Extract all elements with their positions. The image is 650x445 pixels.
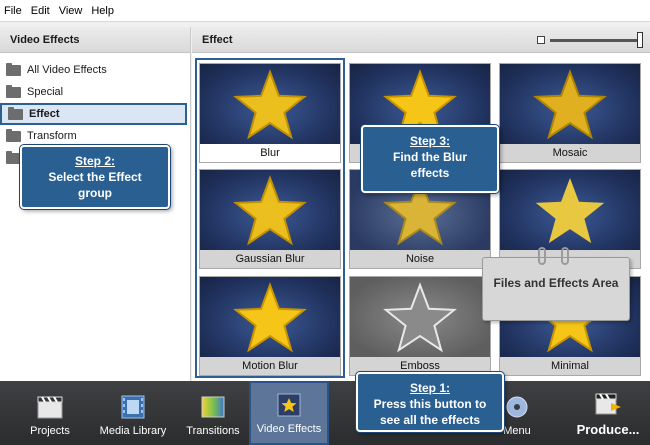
- projects-button[interactable]: Projects: [20, 381, 80, 445]
- tree-item-label: Transform: [27, 130, 77, 142]
- star-icon: [535, 178, 605, 244]
- toolbar-label: Produce...: [576, 422, 640, 437]
- menu-file[interactable]: File: [4, 5, 22, 17]
- produce-button[interactable]: Produce...: [570, 381, 646, 445]
- clapperboard-icon: [36, 394, 64, 420]
- note-text: Files and Effects Area: [493, 276, 619, 290]
- tree-item-transform[interactable]: Transform: [0, 125, 190, 147]
- effect-label: Motion Blur: [200, 357, 340, 375]
- effect-label: Mosaic: [500, 144, 640, 162]
- tree-item-effect[interactable]: Effect: [0, 103, 187, 125]
- zoom-small-icon: [537, 36, 545, 44]
- effect-tile[interactable]: Blur: [199, 63, 341, 163]
- disc-icon: [503, 394, 531, 420]
- produce-icon: [594, 391, 622, 417]
- menu-bar: File Edit View Help: [0, 0, 650, 22]
- zoom-slider-track[interactable]: [550, 39, 640, 42]
- folder-icon: [6, 84, 21, 98]
- step3-callout: Step 3: Find the Blur effects: [361, 125, 499, 193]
- effect-tile[interactable]: [499, 169, 641, 269]
- step1-text: Press this button to see all the effects: [373, 397, 487, 427]
- menu-help[interactable]: Help: [91, 5, 114, 17]
- folder-icon: [6, 150, 21, 164]
- effect-label: Noise: [350, 250, 490, 268]
- tree-item-label: All Video Effects: [27, 64, 107, 76]
- star-effect-icon: [275, 392, 303, 418]
- effect-label: Minimal: [500, 357, 640, 375]
- tree-item-label: Effect: [29, 108, 60, 120]
- transitions-button[interactable]: Transitions: [180, 381, 246, 445]
- files-and-effects-area-note: Files and Effects Area: [482, 257, 630, 321]
- effects-header: Effect: [192, 27, 650, 53]
- tree-item-all-video-effects[interactable]: All Video Effects: [0, 59, 190, 81]
- effect-tile[interactable]: Emboss: [349, 276, 491, 376]
- menu-edit[interactable]: Edit: [31, 5, 50, 17]
- toolbar-label: Transitions: [186, 425, 240, 437]
- step3-text: Find the Blur effects: [393, 150, 467, 180]
- step1-title: Step 1:: [409, 381, 450, 395]
- star-icon: [383, 282, 457, 353]
- star-icon: [533, 69, 607, 140]
- effects-title: Effect: [202, 33, 233, 46]
- folder-icon: [6, 62, 21, 76]
- star-icon: [233, 282, 307, 353]
- star-icon: [233, 175, 307, 246]
- toolbar-label: Menu: [503, 425, 531, 437]
- star-icon: [233, 69, 307, 140]
- tree-item-label: Special: [27, 86, 64, 98]
- effect-label: Gaussian Blur: [200, 250, 340, 268]
- effect-tile[interactable]: Mosaic: [499, 63, 641, 163]
- transition-icon: [199, 394, 227, 420]
- step2-callout: Step 2: Select the Effect group: [20, 145, 170, 209]
- video-effects-button[interactable]: Video Effects: [249, 381, 329, 445]
- toolbar-label: Projects: [30, 425, 70, 437]
- effect-tile[interactable]: Gaussian Blur: [199, 169, 341, 269]
- menu-view[interactable]: View: [59, 5, 83, 17]
- toolbar-label: Video Effects: [256, 423, 322, 435]
- zoom-slider-thumb[interactable]: [637, 32, 643, 48]
- panel-title: Video Effects: [0, 27, 190, 53]
- film-icon: [119, 394, 147, 420]
- binder-ring-icon: [538, 247, 546, 265]
- step2-title: Step 2:: [74, 154, 115, 168]
- folder-icon: [6, 128, 21, 142]
- toolbar-label: Media Library: [99, 425, 167, 437]
- tree-item-special[interactable]: Special: [0, 81, 190, 103]
- effect-label: Blur: [200, 144, 340, 162]
- main-toolbar: Projects Media Library Transitions Video…: [0, 381, 650, 445]
- folder-icon: [8, 106, 23, 120]
- binder-ring-icon: [561, 247, 569, 265]
- effect-tile[interactable]: Motion Blur: [199, 276, 341, 376]
- media-library-button[interactable]: Media Library: [96, 381, 170, 445]
- step1-callout: Step 1: Press this button to see all the…: [356, 372, 504, 432]
- step3-title: Step 3:: [409, 134, 450, 148]
- step2-text: Select the Effect group: [48, 170, 142, 200]
